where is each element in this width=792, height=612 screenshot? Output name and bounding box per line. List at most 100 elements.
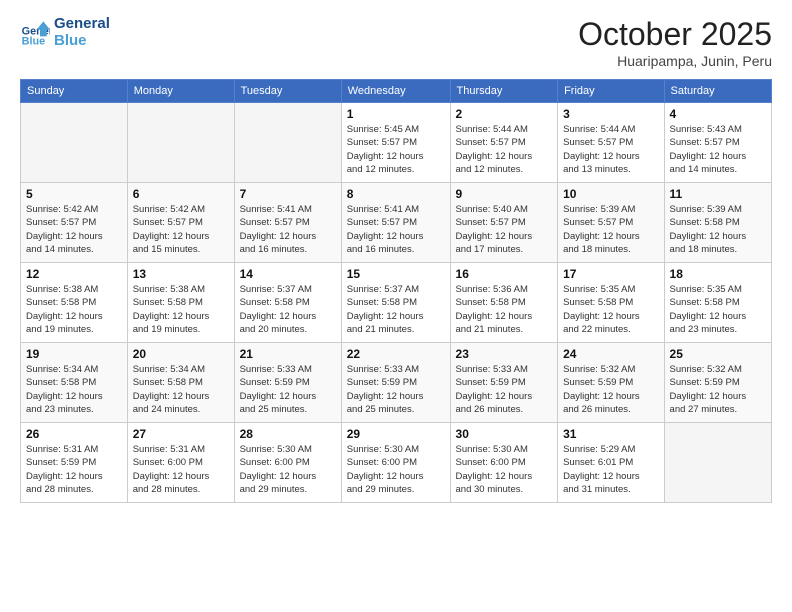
day-number: 10 [563, 187, 658, 201]
weekday-header: Tuesday [234, 80, 341, 103]
calendar-week-row: 26Sunrise: 5:31 AM Sunset: 5:59 PM Dayli… [21, 423, 772, 503]
logo: General Blue General Blue [20, 16, 110, 49]
calendar-day-cell [21, 103, 128, 183]
day-number: 19 [26, 347, 122, 361]
calendar-table: SundayMondayTuesdayWednesdayThursdayFrid… [20, 79, 772, 503]
day-info: Sunrise: 5:30 AM Sunset: 6:00 PM Dayligh… [240, 443, 336, 496]
calendar-day-cell: 29 Sunrise: 5:30 AM Sunset: 6:00 PM Dayli… [341, 423, 450, 503]
day-info: Sunrise: 5:45 AM Sunset: 5:57 PM Dayligh… [347, 123, 445, 176]
calendar-day-cell: 9Sunrise: 5:40 AM Sunset: 5:57 PM Daylig… [450, 183, 558, 263]
day-info: Sunrise: 5:31 AM Sunset: 6:00 PM Dayligh… [133, 443, 229, 496]
day-number: 18 [670, 267, 766, 281]
calendar-day-cell: 15 Sunrise: 5:37 AM Sunset: 5:58 PM Dayli… [341, 263, 450, 343]
day-number: 2 [456, 107, 553, 121]
day-info: Sunrise: 5:37 AM Sunset: 5:58 PM Dayligh… [347, 283, 445, 336]
day-info: Sunrise: 5:36 AM Sunset: 5:58 PM Dayligh… [456, 283, 553, 336]
day-number: 14 [240, 267, 336, 281]
day-info: Sunrise: 5:43 AM Sunset: 5:57 PM Dayligh… [670, 123, 766, 176]
day-number: 29 [347, 427, 445, 441]
day-number: 28 [240, 427, 336, 441]
svg-text:Blue: Blue [22, 35, 45, 47]
logo-general: General [54, 16, 110, 33]
day-info: Sunrise: 5:30 AM Sunset: 6:00 PM Dayligh… [347, 443, 445, 496]
day-info: Sunrise: 5:41 AM Sunset: 5:57 PM Dayligh… [240, 203, 336, 256]
calendar-day-cell: 14 Sunrise: 5:37 AM Sunset: 5:58 PM Dayli… [234, 263, 341, 343]
calendar-day-cell: 23 Sunrise: 5:33 AM Sunset: 5:59 PM Dayli… [450, 343, 558, 423]
day-info: Sunrise: 5:42 AM Sunset: 5:57 PM Dayligh… [133, 203, 229, 256]
day-number: 20 [133, 347, 229, 361]
day-number: 21 [240, 347, 336, 361]
day-info: Sunrise: 5:40 AM Sunset: 5:57 PM Dayligh… [456, 203, 553, 256]
day-info: Sunrise: 5:37 AM Sunset: 5:58 PM Dayligh… [240, 283, 336, 336]
day-info: Sunrise: 5:29 AM Sunset: 6:01 PM Dayligh… [563, 443, 658, 496]
month-title: October 2025 [578, 16, 772, 53]
day-number: 17 [563, 267, 658, 281]
weekday-header: Friday [558, 80, 664, 103]
day-info: Sunrise: 5:35 AM Sunset: 5:58 PM Dayligh… [670, 283, 766, 336]
day-number: 4 [670, 107, 766, 121]
day-number: 8 [347, 187, 445, 201]
day-number: 3 [563, 107, 658, 121]
weekday-header: Sunday [21, 80, 128, 103]
calendar-day-cell: 25Sunrise: 5:32 AM Sunset: 5:59 PM Dayli… [664, 343, 771, 423]
calendar-week-row: 1Sunrise: 5:45 AM Sunset: 5:57 PM Daylig… [21, 103, 772, 183]
calendar-day-cell: 5 Sunrise: 5:42 AM Sunset: 5:57 PM Daylig… [21, 183, 128, 263]
day-number: 12 [26, 267, 122, 281]
calendar-week-row: 5 Sunrise: 5:42 AM Sunset: 5:57 PM Daylig… [21, 183, 772, 263]
page: General Blue General Blue October 2025 H… [0, 0, 792, 612]
calendar-day-cell: 8 Sunrise: 5:41 AM Sunset: 5:57 PM Daylig… [341, 183, 450, 263]
day-info: Sunrise: 5:41 AM Sunset: 5:57 PM Dayligh… [347, 203, 445, 256]
day-info: Sunrise: 5:44 AM Sunset: 5:57 PM Dayligh… [456, 123, 553, 176]
calendar-day-cell: 19Sunrise: 5:34 AM Sunset: 5:58 PM Dayli… [21, 343, 128, 423]
weekday-header: Thursday [450, 80, 558, 103]
calendar-day-cell: 24Sunrise: 5:32 AM Sunset: 5:59 PM Dayli… [558, 343, 664, 423]
calendar-day-cell: 20 Sunrise: 5:34 AM Sunset: 5:58 PM Dayli… [127, 343, 234, 423]
day-info: Sunrise: 5:42 AM Sunset: 5:57 PM Dayligh… [26, 203, 122, 256]
calendar-day-cell: 28 Sunrise: 5:30 AM Sunset: 6:00 PM Dayli… [234, 423, 341, 503]
calendar-day-cell: 26Sunrise: 5:31 AM Sunset: 5:59 PM Dayli… [21, 423, 128, 503]
day-info: Sunrise: 5:39 AM Sunset: 5:58 PM Dayligh… [670, 203, 766, 256]
logo-icon: General Blue [20, 18, 50, 48]
calendar-day-cell [234, 103, 341, 183]
calendar-day-cell: 27 Sunrise: 5:31 AM Sunset: 6:00 PM Dayli… [127, 423, 234, 503]
day-number: 23 [456, 347, 553, 361]
weekday-header: Monday [127, 80, 234, 103]
day-number: 7 [240, 187, 336, 201]
day-number: 27 [133, 427, 229, 441]
calendar-header-row: SundayMondayTuesdayWednesdayThursdayFrid… [21, 80, 772, 103]
calendar-day-cell: 6Sunrise: 5:42 AM Sunset: 5:57 PM Daylig… [127, 183, 234, 263]
logo-blue: Blue [54, 33, 110, 50]
calendar-day-cell: 18 Sunrise: 5:35 AM Sunset: 5:58 PM Dayli… [664, 263, 771, 343]
day-number: 11 [670, 187, 766, 201]
header: General Blue General Blue October 2025 H… [20, 16, 772, 69]
day-info: Sunrise: 5:34 AM Sunset: 5:58 PM Dayligh… [133, 363, 229, 416]
calendar-day-cell [127, 103, 234, 183]
day-number: 26 [26, 427, 122, 441]
day-info: Sunrise: 5:39 AM Sunset: 5:57 PM Dayligh… [563, 203, 658, 256]
calendar-day-cell: 31Sunrise: 5:29 AM Sunset: 6:01 PM Dayli… [558, 423, 664, 503]
calendar-day-cell: 22Sunrise: 5:33 AM Sunset: 5:59 PM Dayli… [341, 343, 450, 423]
day-number: 13 [133, 267, 229, 281]
day-number: 5 [26, 187, 122, 201]
day-number: 30 [456, 427, 553, 441]
day-info: Sunrise: 5:30 AM Sunset: 6:00 PM Dayligh… [456, 443, 553, 496]
day-info: Sunrise: 5:33 AM Sunset: 5:59 PM Dayligh… [347, 363, 445, 416]
calendar-day-cell: 30 Sunrise: 5:30 AM Sunset: 6:00 PM Dayli… [450, 423, 558, 503]
day-number: 16 [456, 267, 553, 281]
calendar-day-cell: 2 Sunrise: 5:44 AM Sunset: 5:57 PM Daylig… [450, 103, 558, 183]
calendar-week-row: 19 Sunrise: 5:34 AM Sunset: 5:58 PM Dayli… [21, 343, 772, 423]
day-info: Sunrise: 5:35 AM Sunset: 5:58 PM Dayligh… [563, 283, 658, 336]
day-number: 25 [670, 347, 766, 361]
calendar-day-cell: 3Sunrise: 5:44 AM Sunset: 5:57 PM Daylig… [558, 103, 664, 183]
day-number: 24 [563, 347, 658, 361]
weekday-header: Saturday [664, 80, 771, 103]
calendar-day-cell: 4 Sunrise: 5:43 AM Sunset: 5:57 PM Daylig… [664, 103, 771, 183]
calendar-day-cell: 1Sunrise: 5:45 AM Sunset: 5:57 PM Daylig… [341, 103, 450, 183]
calendar-day-cell: 12Sunrise: 5:38 AM Sunset: 5:58 PM Dayli… [21, 263, 128, 343]
calendar-day-cell: 21Sunrise: 5:33 AM Sunset: 5:59 PM Dayli… [234, 343, 341, 423]
calendar-week-row: 12Sunrise: 5:38 AM Sunset: 5:58 PM Dayli… [21, 263, 772, 343]
calendar-day-cell: 17 Sunrise: 5:35 AM Sunset: 5:58 PM Dayli… [558, 263, 664, 343]
title-block: October 2025 Huaripampa, Junin, Peru [578, 16, 772, 69]
day-number: 15 [347, 267, 445, 281]
day-info: Sunrise: 5:33 AM Sunset: 5:59 PM Dayligh… [456, 363, 553, 416]
